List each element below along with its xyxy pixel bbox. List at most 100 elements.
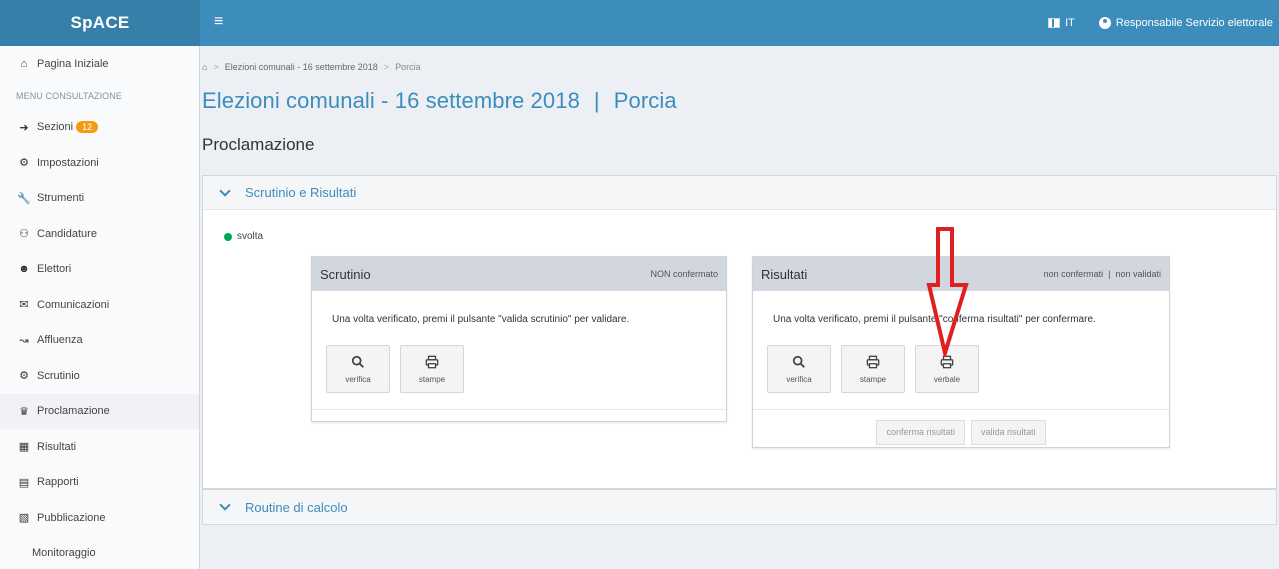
- button-label: verbale: [933, 374, 961, 384]
- panel-footer: [312, 409, 726, 427]
- sidebar-item-elettori[interactable]: ☻ Elettori: [0, 252, 199, 288]
- accordion-header[interactable]: Routine di calcolo: [203, 490, 1276, 524]
- language-label: IT: [1065, 17, 1075, 29]
- page-subtitle: Proclamazione: [202, 135, 315, 154]
- conferma-risultati-button[interactable]: conferma risultati: [876, 419, 965, 445]
- group-icon: ☻: [18, 263, 30, 276]
- search-icon: [792, 355, 805, 368]
- search-icon: [351, 355, 364, 368]
- accordion-scrutinio-risultati: Scrutinio e Risultati svolta Scrutinio N…: [202, 175, 1277, 489]
- sidebar-item-rapporti[interactable]: ▤ Rapporti: [0, 465, 199, 501]
- panel-status: non confermati | non validati: [1044, 269, 1161, 279]
- status-indicator: svolta: [224, 231, 263, 242]
- panel-footer: conferma risultati valida risultati: [753, 409, 1169, 454]
- sidebar-item-scrutinio[interactable]: ⚙ Scrutinio: [0, 358, 199, 394]
- users-icon: ⚇: [19, 228, 29, 241]
- breadcrumb: ⌂ > Elezioni comunali - 16 settembre 201…: [202, 62, 421, 72]
- annotation-arrow-icon: [926, 227, 969, 357]
- sidebar: ⌂ Pagina Iniziale MENU CONSULTAZIONE ➜ S…: [0, 46, 200, 569]
- sidebar-item-label: Impostazioni: [37, 156, 99, 169]
- title-separator: |: [593, 88, 600, 113]
- printer-icon: [866, 355, 880, 368]
- sidebar-item-label: Comunicazioni: [37, 298, 110, 311]
- sign-in-icon: ➜: [19, 121, 29, 134]
- stampe-button[interactable]: stampe: [400, 345, 464, 393]
- chevron-down-icon: [219, 499, 231, 511]
- sidebar-item-label: Sezioni: [37, 121, 74, 134]
- button-label: verifica: [786, 374, 812, 384]
- sidebar-item-home[interactable]: ⌂ Pagina Iniziale: [0, 46, 199, 82]
- top-navbar: SpACE ≡ IT Responsabile Servizio elettor…: [0, 0, 1279, 46]
- breadcrumb-separator-icon: >: [213, 62, 219, 72]
- status-label: svolta: [237, 231, 264, 242]
- sidebar-item-label: Strumenti: [37, 192, 85, 205]
- status-confirm: non confermati: [1043, 269, 1104, 279]
- breadcrumb-election[interactable]: Elezioni comunali - 16 settembre 2018: [225, 62, 378, 72]
- flag-icon: [1048, 18, 1061, 28]
- accordion-body: svolta Scrutinio NON confermato Una volt…: [203, 210, 1276, 488]
- home-icon[interactable]: ⌂: [202, 62, 207, 72]
- cogs-icon: ⚙: [19, 370, 29, 383]
- sidebar-item-sezioni[interactable]: ➜ Sezioni 12: [0, 110, 199, 146]
- sidebar-item-label: Candidature: [37, 227, 97, 240]
- sidebar-item-comunicazioni[interactable]: ✉ Comunicazioni: [0, 287, 199, 323]
- sidebar-item-label: Pubblicazione: [37, 511, 106, 524]
- printer-icon: [425, 355, 439, 368]
- brand-logo[interactable]: SpACE: [0, 0, 200, 46]
- breadcrumb-current: Porcia: [395, 62, 421, 72]
- stampe-button[interactable]: stampe: [841, 345, 905, 393]
- panel-scrutinio: Scrutinio NON confermato Una volta verif…: [311, 256, 727, 422]
- home-icon: ⌂: [20, 57, 28, 70]
- sidebar-item-monitoraggio[interactable]: Monitoraggio: [0, 536, 199, 569]
- sidebar-section-header: MENU CONSULTAZIONE: [16, 90, 122, 101]
- count-badge: 12: [76, 121, 99, 134]
- verifica-button[interactable]: verifica: [767, 345, 831, 393]
- navbar-right: IT Responsabile Servizio elettorale: [1048, 0, 1273, 46]
- trophy-icon: ♛: [19, 405, 29, 418]
- sidebar-item-strumenti[interactable]: 🔧 Strumenti: [0, 181, 199, 217]
- sidebar-item-label: Monitoraggio: [32, 547, 96, 560]
- valida-risultati-button[interactable]: valida risultati: [971, 419, 1046, 445]
- verifica-button[interactable]: verifica: [326, 345, 390, 393]
- sidebar-item-candidature[interactable]: ⚇ Candidature: [0, 216, 199, 252]
- panel-tools: verifica stampe: [312, 325, 726, 393]
- button-label: stampe: [418, 374, 446, 384]
- panel-status: NON confermato: [650, 269, 718, 279]
- content-area: ⌂ > Elezioni comunali - 16 settembre 201…: [200, 46, 1279, 569]
- sidebar-item-label: Affluenza: [37, 334, 83, 347]
- accordion-routine-calcolo: Routine di calcolo: [202, 489, 1277, 525]
- line-chart-icon: ↝: [19, 334, 29, 347]
- breadcrumb-separator-icon: >: [383, 62, 390, 72]
- page-title-election: Elezioni comunali - 16 settembre 2018: [202, 88, 580, 113]
- sidebar-item-label: Scrutinio: [37, 369, 80, 382]
- gear-icon: ⚙: [19, 157, 29, 170]
- button-label: stampe: [859, 374, 887, 384]
- copy-icon: ▧: [18, 512, 30, 525]
- sidebar-item-label: Rapporti: [37, 476, 79, 489]
- sidebar-item-impostazioni[interactable]: ⚙ Impostazioni: [0, 145, 199, 181]
- sidebar-item-affluenza[interactable]: ↝ Affluenza: [0, 323, 199, 359]
- sidebar-item-label: Pagina Iniziale: [37, 57, 109, 70]
- page-title: Elezioni comunali - 16 settembre 2018 | Po…: [202, 88, 677, 114]
- user-menu[interactable]: Responsabile Servizio elettorale: [1098, 17, 1273, 29]
- language-switch[interactable]: IT: [1048, 17, 1075, 29]
- sidebar-item-risultati[interactable]: ▦ Risultati: [0, 429, 199, 465]
- sidebar-item-label: Risultati: [37, 440, 77, 453]
- status-validate: non validati: [1115, 269, 1161, 279]
- panel-title: Scrutinio: [320, 266, 371, 282]
- accordion-header[interactable]: Scrutinio e Risultati: [203, 176, 1276, 210]
- envelope-icon: ✉: [19, 299, 29, 312]
- panel-message: Una volta verificato, premi il pulsante …: [332, 314, 630, 325]
- sidebar-item-label: Proclamazione: [37, 405, 110, 418]
- bar-chart-icon: ▦: [18, 441, 30, 454]
- button-label: verifica: [345, 374, 371, 384]
- user-circle-icon: [1098, 17, 1111, 29]
- wrench-icon: 🔧: [17, 192, 31, 205]
- accordion-title: Routine di calcolo: [245, 499, 348, 515]
- status-separator: |: [1108, 269, 1111, 279]
- file-icon: ▤: [18, 476, 30, 489]
- sidebar-item-label: Elettori: [37, 263, 72, 276]
- sidebar-item-proclamazione[interactable]: ♛ Proclamazione: [0, 393, 199, 429]
- sidebar-item-pubblicazione[interactable]: ▧ Pubblicazione: [0, 500, 199, 536]
- hamburger-icon[interactable]: ≡: [214, 13, 223, 31]
